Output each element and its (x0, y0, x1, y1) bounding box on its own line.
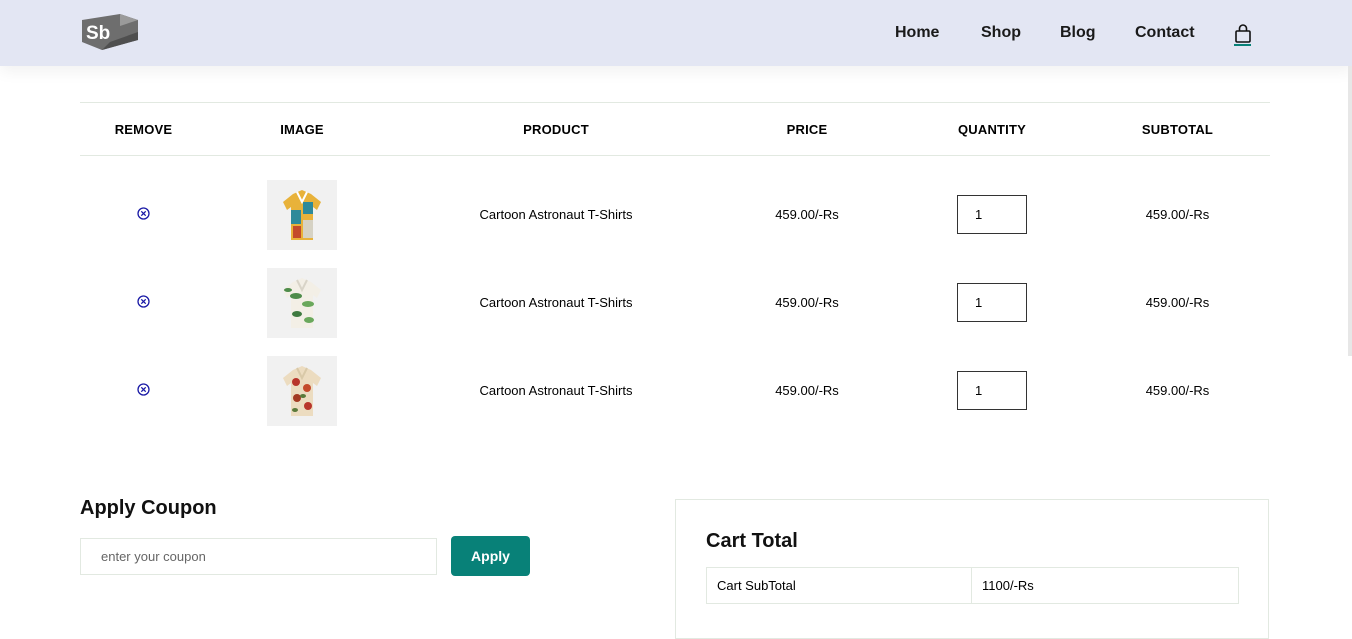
apply-coupon-button[interactable]: Apply (451, 536, 530, 576)
table-row: Cartoon Astronaut T-Shirts 459.00/-Rs 45… (80, 259, 1270, 347)
nav-blog[interactable]: Blog (1060, 24, 1096, 42)
col-header-subtotal: SUBTOTAL (1141, 121, 1214, 137)
price-cell: 459.00/-Rs (775, 383, 839, 398)
quantity-cell (899, 156, 1085, 259)
quantity-input[interactable] (957, 195, 1027, 235)
remove-cell (80, 259, 207, 347)
col-header-price: PRICE (786, 121, 828, 137)
coupon-input[interactable] (80, 538, 437, 575)
image-cell (207, 347, 397, 435)
cart-total-box: Cart Total Cart SubTotal 1100/-Rs (675, 499, 1269, 639)
table-header-row: REMOVE IMAGE PRODUCT PRICE QUANTITY SUBT… (80, 102, 1270, 156)
scrollbar[interactable] (1348, 66, 1352, 356)
coupon-title: Apply Coupon (80, 497, 217, 519)
remove-cell (80, 347, 207, 435)
remove-cell (80, 156, 207, 259)
remove-circle-icon[interactable] (137, 382, 150, 396)
subtotal-cell: 459.00/-Rs (1145, 207, 1210, 223)
table-row: Cartoon Astronaut T-Shirts 459.00/-Rs 45… (80, 347, 1270, 435)
site-header: Sb Home Shop Blog Contact (0, 0, 1352, 66)
cart-table: REMOVE IMAGE PRODUCT PRICE QUANTITY SUBT… (80, 102, 1270, 435)
nav-home[interactable]: Home (895, 24, 939, 42)
product-name[interactable]: Cartoon Astronaut T-Shirts (397, 259, 715, 347)
table-row: Cartoon Astronaut T-Shirts 459.00/-Rs 45… (80, 156, 1270, 259)
product-image (267, 267, 337, 338)
col-header-quantity: QUANTITY (957, 121, 1027, 137)
image-cell (207, 156, 397, 259)
price-cell: 459.00/-Rs (775, 207, 839, 223)
nav-shop[interactable]: Shop (981, 24, 1021, 42)
nav-contact[interactable]: Contact (1135, 24, 1195, 42)
product-image (267, 355, 337, 426)
price-cell: 459.00/-Rs (775, 295, 839, 310)
cart-total-table: Cart SubTotal 1100/-Rs (706, 567, 1239, 604)
quantity-input[interactable] (957, 371, 1027, 410)
product-name[interactable]: Cartoon Astronaut T-Shirts (397, 156, 715, 259)
remove-circle-icon[interactable] (137, 207, 150, 220)
cart-total-title: Cart Total (706, 530, 798, 552)
col-header-image: IMAGE (280, 121, 324, 137)
remove-circle-icon[interactable] (137, 294, 150, 308)
quantity-input[interactable] (957, 283, 1027, 322)
logo-text: Sb (86, 23, 110, 44)
active-underline (1234, 44, 1251, 46)
quantity-cell (899, 347, 1085, 435)
cart-subtotal-value: 1100/-Rs (971, 567, 1239, 604)
subtotal-cell: 459.00/-Rs (1145, 295, 1210, 310)
brand-logo[interactable]: Sb (80, 12, 140, 52)
subtotal-cell: 459.00/-Rs (1145, 383, 1210, 398)
image-cell (207, 259, 397, 347)
col-header-remove: REMOVE (114, 121, 173, 137)
quantity-cell (899, 259, 1085, 347)
cart-subtotal-label: Cart SubTotal (706, 567, 972, 604)
product-name[interactable]: Cartoon Astronaut T-Shirts (397, 347, 715, 435)
product-image (267, 179, 337, 250)
table-row: Cart SubTotal 1100/-Rs (706, 567, 1239, 604)
col-header-product: PRODUCT (523, 121, 589, 137)
